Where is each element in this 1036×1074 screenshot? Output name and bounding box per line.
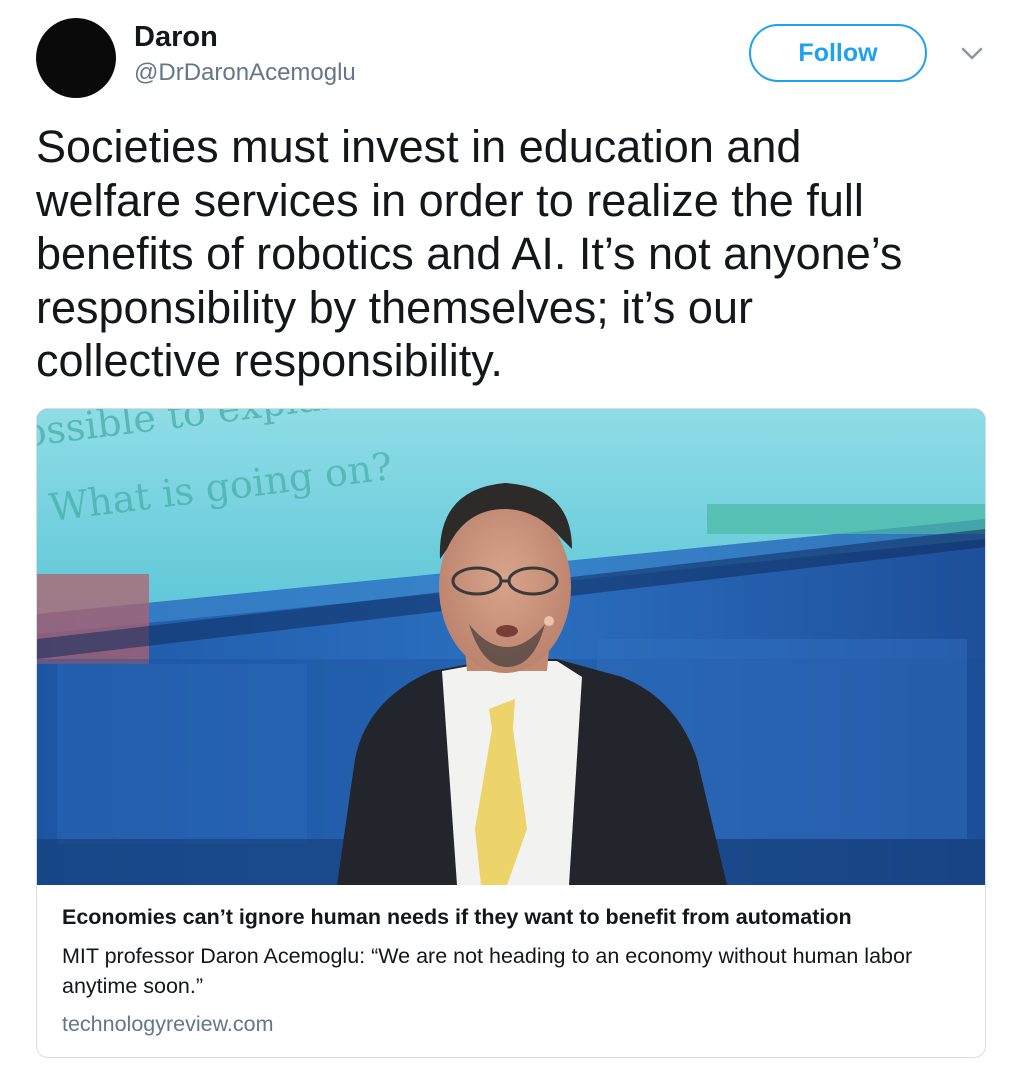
tweet-text-line: responsibility by themselves; it’s our — [36, 281, 753, 333]
tweet-text-line: welfare services in order to realize the… — [36, 174, 864, 226]
author-name[interactable]: Daron — [134, 21, 218, 54]
tweet-text-line: Societies must invest in education and — [36, 121, 802, 172]
tweet-text-line: collective responsibility. — [36, 335, 503, 386]
tweet-text: Societies must invest in education and w… — [36, 120, 996, 388]
author-avatar[interactable] — [36, 18, 116, 98]
chevron-down-icon[interactable] — [956, 40, 988, 68]
card-title[interactable]: Economies can’t ignore human needs if th… — [62, 905, 852, 930]
card-description: MIT professor Daron Acemoglu: “We are no… — [62, 944, 913, 998]
follow-button[interactable]: Follow — [749, 24, 927, 82]
author-handle[interactable]: @DrDaronAcemoglu — [134, 59, 356, 87]
card-domain[interactable]: technologyreview.com — [62, 1012, 274, 1037]
card-image[interactable]: ossible to explain What is going on? — [37, 409, 985, 885]
tweet-text-line: benefits of robotics and AI. It’s not an… — [36, 228, 903, 279]
link-card[interactable]: ossible to explain What is going on? Eco… — [36, 408, 986, 1058]
